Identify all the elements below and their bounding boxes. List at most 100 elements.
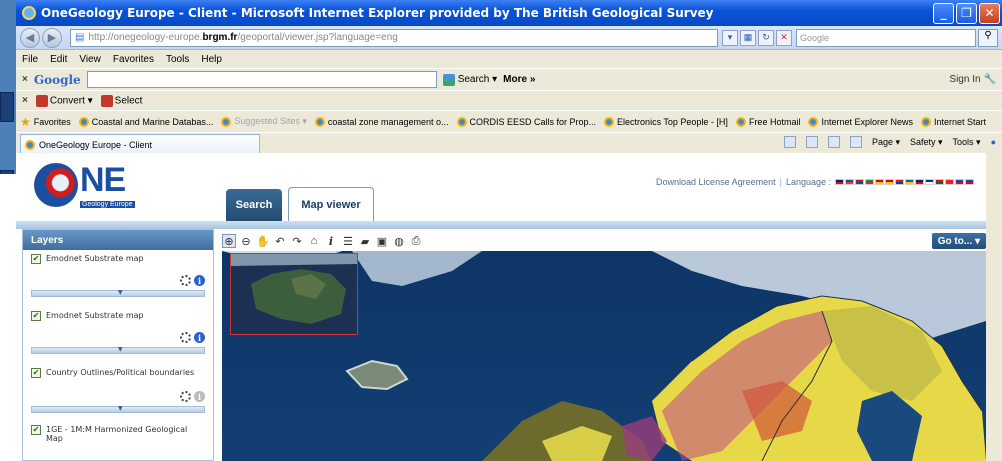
opacity-slider[interactable] — [31, 346, 205, 354]
legend-icon[interactable]: ☰ — [341, 234, 355, 248]
folder-icon[interactable]: ▰ — [358, 234, 372, 248]
map-view[interactable] — [222, 251, 986, 461]
close-button[interactable]: ✕ — [979, 2, 1000, 24]
close-toolbar-icon[interactable]: × — [22, 74, 28, 85]
redo-icon[interactable]: ↷ — [290, 234, 304, 248]
address-bar[interactable]: ▤ http://onegeology-europe. brgm.fr/geopo… — [70, 28, 718, 47]
print-icon[interactable]: ⎙ — [409, 234, 423, 248]
language-flag[interactable] — [875, 179, 884, 185]
link-icon — [808, 116, 819, 127]
google-search-button[interactable]: Search ▾ — [442, 73, 497, 86]
menu-help[interactable]: Help — [201, 54, 222, 65]
save-icon[interactable]: ▣ — [375, 234, 389, 248]
link-icon — [456, 116, 467, 127]
dropdown-icon[interactable]: ▾ — [722, 29, 738, 46]
help-icon[interactable]: ● — [991, 137, 996, 147]
language-flag[interactable] — [915, 179, 924, 185]
search-icon[interactable]: ⚲ — [978, 28, 998, 47]
search-input[interactable]: Google — [796, 28, 976, 47]
menu-view[interactable]: View — [79, 54, 101, 65]
favorites-link[interactable]: Internet Explorer News — [808, 116, 913, 127]
language-flag[interactable] — [865, 179, 874, 185]
menu-file[interactable]: File — [22, 54, 38, 65]
tab-search[interactable]: Search — [226, 189, 282, 221]
print-icon[interactable] — [849, 136, 862, 148]
desktop-icon[interactable] — [0, 92, 14, 122]
compat-icon[interactable]: ▦ — [740, 29, 756, 46]
opacity-slider[interactable] — [31, 289, 205, 297]
favorites-link[interactable]: Suggested Sites ▾ — [221, 116, 307, 127]
browser-tab[interactable]: OneGeology Europe - Client — [20, 134, 260, 154]
more-button[interactable]: More » — [503, 74, 535, 85]
star-icon: ★ — [20, 114, 31, 129]
info-icon[interactable]: i — [324, 234, 338, 248]
language-flag[interactable] — [925, 179, 934, 185]
license-bar: Download License Agreement | Language : — [656, 177, 974, 187]
mail-icon[interactable] — [827, 136, 840, 148]
gear-icon[interactable] — [180, 275, 191, 286]
minimize-button[interactable]: _ — [933, 2, 954, 24]
tools-menu[interactable]: Tools ▾ — [953, 137, 981, 148]
overview-map[interactable] — [230, 253, 358, 335]
language-flag[interactable] — [885, 179, 894, 185]
layer-checkbox[interactable]: ✔ — [31, 368, 41, 378]
safety-menu[interactable]: Safety ▾ — [910, 137, 943, 148]
sign-in-button[interactable]: Sign In 🔧 — [949, 74, 996, 85]
language-flag[interactable] — [905, 179, 914, 185]
gear-icon[interactable] — [180, 391, 191, 402]
goto-button[interactable]: Go to... ▾ — [931, 233, 986, 249]
favorites-link-label: Internet Start — [934, 116, 987, 127]
tab-map-viewer[interactable]: Map viewer — [288, 187, 374, 221]
globe-icon[interactable]: ◍ — [392, 234, 406, 248]
favorites-link[interactable]: Electronics Top People - [H] — [604, 116, 728, 127]
language-flag[interactable] — [945, 179, 954, 185]
refresh-icon[interactable]: ↻ — [758, 29, 774, 46]
favorites-link[interactable]: Internet Start — [921, 116, 987, 127]
home-icon[interactable] — [783, 136, 796, 148]
zoom-in-icon[interactable]: ⊕ — [222, 234, 236, 248]
home-icon[interactable]: ⌂ — [307, 234, 321, 248]
info-icon[interactable]: i — [194, 332, 205, 343]
info-icon[interactable]: i — [194, 391, 205, 402]
language-flag[interactable] — [855, 179, 864, 185]
layer-checkbox[interactable]: ✔ — [31, 254, 41, 264]
menu-tools[interactable]: Tools — [166, 54, 189, 65]
menu-favorites[interactable]: Favorites — [113, 54, 154, 65]
page-menu[interactable]: Page ▾ — [872, 137, 900, 148]
favorites-link[interactable]: CORDIS EESD Calls for Prop... — [456, 116, 596, 127]
convert-label: Convert ▾ — [49, 95, 93, 107]
convert-toolbar: × Convert ▾ Select — [16, 90, 1002, 110]
back-button[interactable]: ◀ — [20, 27, 40, 48]
google-search-input[interactable] — [86, 71, 437, 88]
layer-checkbox[interactable]: ✔ — [31, 311, 41, 321]
search-placeholder: Google — [800, 32, 830, 43]
layer-checkbox[interactable]: ✔ — [31, 425, 41, 435]
language-flag[interactable] — [895, 179, 904, 185]
undo-icon[interactable]: ↶ — [273, 234, 287, 248]
gear-icon[interactable] — [180, 332, 191, 343]
feeds-icon[interactable] — [805, 136, 818, 148]
stop-icon[interactable]: ✕ — [776, 29, 792, 46]
favorites-link[interactable]: coastal zone management o... — [314, 116, 449, 127]
zoom-out-icon[interactable]: ⊖ — [239, 234, 253, 248]
favorites-label: Favorites — [33, 116, 71, 127]
wrench-icon[interactable]: 🔧 — [984, 74, 996, 85]
favorites-link[interactable]: Free Hotmail — [735, 116, 800, 127]
language-flag[interactable] — [835, 179, 844, 185]
convert-button[interactable]: Convert ▾ — [35, 94, 93, 107]
select-button[interactable]: Select — [100, 94, 142, 107]
language-flag[interactable] — [845, 179, 854, 185]
close-toolbar-icon[interactable]: × — [22, 95, 28, 106]
favorites-button[interactable]: ★ Favorites — [20, 115, 71, 129]
menu-edit[interactable]: Edit — [50, 54, 67, 65]
opacity-slider[interactable] — [31, 405, 205, 413]
maximize-button[interactable]: ❐ — [956, 2, 977, 24]
language-flag[interactable] — [965, 179, 974, 185]
favorites-link[interactable]: Coastal and Marine Databas... — [78, 116, 213, 127]
forward-button[interactable]: ▶ — [42, 27, 62, 48]
info-icon[interactable]: i — [194, 275, 205, 286]
language-flag[interactable] — [955, 179, 964, 185]
license-link[interactable]: Download License Agreement — [656, 177, 776, 187]
pan-hand-icon[interactable]: ✋ — [256, 234, 270, 248]
language-flag[interactable] — [935, 179, 944, 185]
